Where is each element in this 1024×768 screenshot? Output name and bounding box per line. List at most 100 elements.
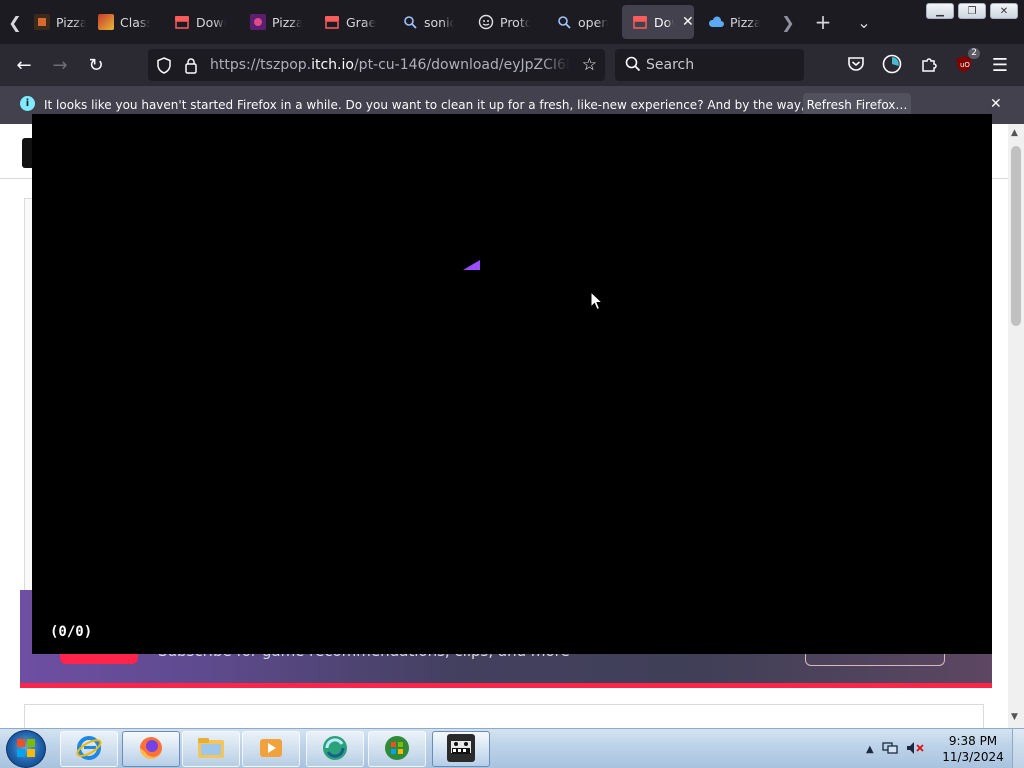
tab-5[interactable]: Graem [314,5,386,39]
tab-9-active[interactable]: Dow ✕ [622,5,694,39]
shield-icon[interactable] [156,57,172,77]
clock-time: 9:38 PM [948,734,998,748]
arrow-right-icon: → [52,54,68,76]
tab-2[interactable]: Classi [88,5,160,39]
internet-explorer-icon [75,734,103,765]
face-icon [478,14,494,30]
account-sync-button[interactable] [881,54,903,76]
mouse-cursor-icon [590,291,604,311]
forward-button[interactable]: → [46,52,74,78]
tab-title: Dow [654,14,674,30]
search-icon [402,14,418,30]
page-scrollbar[interactable]: ▲ ▼ [1008,124,1024,728]
taskbar-firefox[interactable] [122,731,180,767]
pocket-button[interactable] [845,54,867,76]
tab-title: Down [196,14,226,30]
chevron-down-icon: ⌄ [857,12,871,32]
url-text[interactable]: https://tszpop.itch.io/pt-cu-146/downloa… [210,57,570,73]
tab-title: Proto [500,14,530,30]
search-icon [625,56,641,75]
search-bar[interactable]: Search [615,49,804,81]
tab-6[interactable]: sonic [392,5,464,39]
tab-3[interactable]: Down [164,5,236,39]
scrollbar-thumb[interactable] [1011,146,1021,326]
scroll-up-icon[interactable]: ▲ [1011,128,1018,138]
system-tray: ▲ [866,733,924,765]
taskbar-media-player[interactable] [242,731,300,767]
reload-icon: ↻ [88,54,104,76]
arrow-left-icon: ← [16,54,32,76]
chevron-left-icon: ❮ [8,12,22,32]
loading-sprite [463,260,480,270]
tabs-scroll-right-button[interactable]: ❯ [778,8,798,36]
extensions-button[interactable] [918,54,940,76]
show-hidden-icons-button[interactable]: ▲ [866,744,874,755]
app-menu-button[interactable]: ☰ [989,54,1011,76]
restore-icon: ❐ [967,5,977,17]
pocket-icon [847,56,865,75]
pizza-game-icon [250,14,266,30]
chevron-right-icon: ❯ [781,12,795,32]
game-progress-counter: (0/0) [50,624,93,640]
url-prefix: https://tszpop. [210,57,312,73]
new-tab-button[interactable]: + [813,8,833,36]
tab-7[interactable]: Proto [468,5,540,39]
search-icon [556,14,572,30]
list-all-tabs-button[interactable]: ⌄ [854,8,874,36]
search-placeholder: Search [646,57,695,73]
tabs-scroll-left-button[interactable]: ❮ [5,8,25,36]
tab-title: open [578,14,608,30]
close-window-button[interactable]: ✕ [990,3,1018,19]
windows-orb-icon [383,734,411,765]
bookmark-star-icon[interactable]: ☆ [582,55,597,75]
pizza-tower-game-icon [445,732,477,767]
sync-circle-icon [882,54,902,77]
sync-app-icon [320,733,350,766]
close-notification-icon[interactable]: ✕ [990,96,1002,112]
network-icon[interactable] [882,741,898,758]
taskbar-windows-app[interactable] [368,731,426,767]
tab-title: Graem [346,14,376,30]
close-icon: ✕ [999,5,1009,17]
restore-button[interactable]: ❐ [958,3,986,19]
media-player-icon [257,734,285,765]
plus-icon: + [814,10,832,34]
tab-title: sonic [424,14,454,30]
tab-title: Pizza [56,14,86,30]
tab-10[interactable]: Pizza [698,5,774,39]
tab-8[interactable]: open [546,5,618,39]
start-button[interactable] [6,730,46,768]
taskbar-file-explorer[interactable] [182,731,240,767]
tab-1[interactable]: Pizza [24,5,94,39]
volume-muted-icon[interactable] [906,741,924,758]
tab-4[interactable]: Pizza [240,5,312,39]
address-bar[interactable]: https://tszpop.itch.io/pt-cu-146/downloa… [148,49,605,81]
tab-strip: ❮ Pizza Classi Down Pizza Graem sonic Pr… [0,0,1024,44]
itch-io-icon [324,14,340,30]
close-tab-icon[interactable]: ✕ [682,14,694,30]
taskbar-sync-app[interactable] [306,731,364,767]
minimize-icon: ▁ [936,5,944,17]
notification-message: It looks like you haven't started Firefo… [44,98,900,112]
scroll-down-icon[interactable]: ▼ [1011,712,1018,722]
url-path: /pt-cu-146/download/eyJpZCI6MzAxO [353,57,570,73]
ublock-button[interactable]: uO 2 [953,48,980,76]
navigation-toolbar: ← → ↻ https://tszpop.itch.io/pt-cu-146/d… [0,44,1024,86]
lock-icon[interactable] [184,57,198,77]
pizza-tower-icon [34,14,50,30]
system-clock[interactable]: 9:38 PM 11/3/2024 [940,733,1006,765]
reload-button[interactable]: ↻ [82,52,110,78]
extension-badge: 2 [968,48,980,59]
cloud-icon [708,14,724,30]
game-canvas[interactable]: (0/0) [32,114,992,654]
url-host: itch.io [311,57,354,73]
clock-date: 11/3/2024 [942,750,1004,764]
show-desktop-button[interactable] [1012,729,1024,768]
taskbar-internet-explorer[interactable] [60,731,118,767]
minimize-button[interactable]: ▁ [926,3,954,19]
svg-text:uO: uO [960,61,970,69]
itch-io-icon [174,14,190,30]
firefox-icon [137,734,165,765]
back-button[interactable]: ← [10,52,38,78]
taskbar-pizza-tower-game[interactable] [432,731,490,767]
